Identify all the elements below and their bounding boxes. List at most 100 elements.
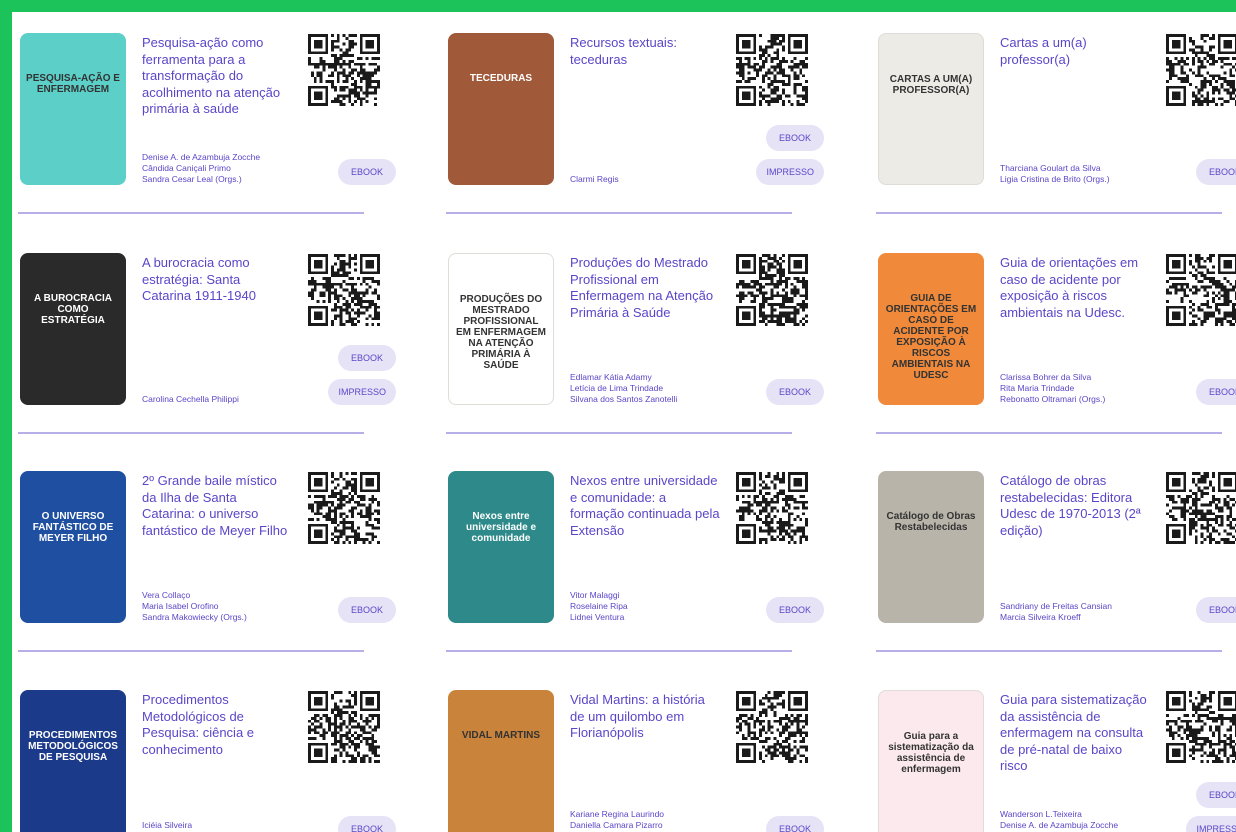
book-cover-text: TECEDURAS [469,73,533,84]
author-name: Ligia Cristina de Brito (Orgs.) [1000,174,1110,184]
author-name: Vera Collaço [142,590,191,600]
book-card: GUIA DE ORIENTAÇÕES EM CASO DE ACIDENTE … [874,236,1236,421]
book-card: A BUROCRACIA COMO ESTRATÉGIA A burocracia… [16,236,416,421]
book-card: O UNIVERSO FANTÁSTICO DE MEYER FILHO 2º G… [16,454,416,639]
row-divider [18,432,364,434]
book-card: Catálogo de Obras Restabelecidas Catálogo… [874,454,1236,639]
ebook-button[interactable]: EBOOK [766,597,824,623]
impresso-button[interactable]: IMPRESSO [756,159,824,185]
author-name: Carolina Cechella Philippi [142,394,239,404]
qr-code[interactable] [736,691,808,763]
author-name: Wanderson L.Teixeira [1000,809,1082,819]
author-name: Daniella Camara Pizarro [570,820,663,830]
row-divider [876,432,1222,434]
book-authors: Clarmi Regis [570,174,740,185]
book-cover[interactable]: TECEDURAS [448,33,554,185]
qr-code[interactable] [736,472,808,544]
book-title[interactable]: A burocracia como estratégia: Santa Cata… [142,255,292,305]
author-name: Sandriany de Freitas Cansian [1000,601,1112,611]
author-name: Clarmi Regis [570,174,619,184]
impresso-button[interactable]: IMPRESSO [1186,816,1236,832]
ebook-button[interactable]: EBOOK [1196,597,1236,623]
book-authors: Clarissa Bohrer da Silva Rita Maria Trind… [1000,372,1170,405]
qr-code[interactable] [1166,254,1236,326]
book-cover-text: GUIA DE ORIENTAÇÕES EM CASO DE ACIDENTE … [885,293,977,381]
book-cover-text: Catálogo de Obras Restabelecidas [886,511,976,533]
ebook-button[interactable]: EBOOK [766,125,824,151]
author-name: Clarissa Bohrer da Silva [1000,372,1092,382]
book-cover[interactable]: PESQUISA-AÇÃO E ENFERMAGEM [20,33,126,185]
book-authors: Tharciana Goulart da Silva Ligia Cristina… [1000,163,1170,185]
book-title[interactable]: Produções do Mestrado Profissional em En… [570,255,720,321]
author-name: Silvana dos Santos Zanotelli [570,394,678,404]
book-authors: Vera Collaço Maria Isabel Orofino Sandra M… [142,590,312,623]
book-title[interactable]: Guia para sistematização da assistência … [1000,692,1150,775]
book-title[interactable]: Nexos entre universidade e comunidade: a… [570,473,720,539]
qr-code[interactable] [1166,691,1236,763]
book-authors: Vitor Malaggi Roselaine Ripa Lidnei Ventur… [570,590,740,623]
qr-code[interactable] [308,691,380,763]
ebook-button[interactable]: EBOOK [338,345,396,371]
author-name: Vitor Malaggi [570,590,620,600]
book-title[interactable]: Guia de orientações em caso de acidente … [1000,255,1150,321]
book-authors: Sandriany de Freitas Cansian Marcia Silve… [1000,601,1170,623]
book-card: Guia para a sistematização da assistênci… [874,673,1236,832]
ebook-button[interactable]: EBOOK [338,816,396,832]
catalog-page: PESQUISA-AÇÃO E ENFERMAGEM Pesquisa-ação … [12,12,1236,832]
book-cover-text: PESQUISA-AÇÃO E ENFERMAGEM [26,73,120,95]
book-title[interactable]: Pesquisa-ação como ferramenta para a tra… [142,35,292,118]
ebook-button[interactable]: EBOOK [1196,782,1236,808]
book-cover[interactable]: Catálogo de Obras Restabelecidas [878,471,984,623]
book-title[interactable]: Vidal Martins: a história de um quilombo… [570,692,720,742]
qr-code[interactable] [1166,34,1236,106]
row-divider [876,212,1222,214]
book-cover[interactable]: Guia para a sistematização da assistênci… [878,690,984,832]
author-name: Sandra Makowiecky (Orgs.) [142,612,247,622]
author-name: Kariane Regina Laurindo [570,809,665,819]
book-title[interactable]: Cartas a um(a) professor(a) [1000,35,1150,68]
book-title[interactable]: Catálogo de obras restabelecidas: Editor… [1000,473,1150,539]
ebook-button[interactable]: EBOOK [1196,159,1236,185]
book-cover-text: CARTAS A UM(A) PROFESSOR(A) [889,74,973,96]
row-divider [446,650,792,652]
button-group: EBOOK [1196,597,1236,623]
button-group: EBOOK [1196,159,1236,185]
ebook-button[interactable]: EBOOK [766,379,824,405]
book-title[interactable]: 2º Grande baile místico da Ilha de Santa… [142,473,292,539]
qr-code[interactable] [1166,472,1236,544]
book-card: PROCEDIMENTOS METODOLÓGICOS DE PESQUISA P… [16,673,416,832]
book-authors: Wanderson L.Teixeira Denise A. de Azambuj… [1000,809,1170,832]
book-cover[interactable]: Nexos entre universidade e comunidade [448,471,554,623]
author-name: Rebonatto Oltramari (Orgs.) [1000,394,1106,404]
qr-code[interactable] [736,34,808,106]
author-name: Denise A. de Azambuja Zocche [1000,820,1119,830]
row-divider [18,212,364,214]
book-cover[interactable]: PRODUÇÕES DO MESTRADO PROFISSIONAL EM EN… [448,253,554,405]
ebook-button[interactable]: EBOOK [338,159,396,185]
book-cover[interactable]: PROCEDIMENTOS METODOLÓGICOS DE PESQUISA [20,690,126,832]
ebook-button[interactable]: EBOOK [766,816,824,832]
qr-code[interactable] [308,254,380,326]
book-title[interactable]: Recursos textuais: teceduras [570,35,720,68]
book-title[interactable]: Procedimentos Metodológicos de Pesquisa:… [142,692,292,758]
author-name: Denise A. de Azambuja Zocche [142,152,261,162]
book-cover-text: A BUROCRACIA COMO ESTRATÉGIA [34,293,112,326]
book-cover[interactable]: A BUROCRACIA COMO ESTRATÉGIA [20,253,126,405]
book-cover[interactable]: VIDAL MARTINS [448,690,554,832]
ebook-button[interactable]: EBOOK [1196,379,1236,405]
author-name: Marcia Silveira Kroeff [1000,612,1081,622]
book-cover[interactable]: GUIA DE ORIENTAÇÕES EM CASO DE ACIDENTE … [878,253,984,405]
book-cover[interactable]: CARTAS A UM(A) PROFESSOR(A) [878,33,984,185]
row-divider [446,212,792,214]
impresso-button[interactable]: IMPRESSO [328,379,396,405]
qr-code[interactable] [308,34,380,106]
author-name: Iciéia Silveira [142,820,193,830]
qr-code[interactable] [308,472,380,544]
book-card: PESQUISA-AÇÃO E ENFERMAGEM Pesquisa-ação … [16,16,416,201]
book-cover[interactable]: O UNIVERSO FANTÁSTICO DE MEYER FILHO [20,471,126,623]
author-name: Edlamar Kátia Adamy [570,372,652,382]
book-card: Nexos entre universidade e comunidade Nex… [444,454,844,639]
qr-code[interactable] [736,254,808,326]
ebook-button[interactable]: EBOOK [338,597,396,623]
book-cover-text: Nexos entre universidade e comunidade [465,511,537,544]
